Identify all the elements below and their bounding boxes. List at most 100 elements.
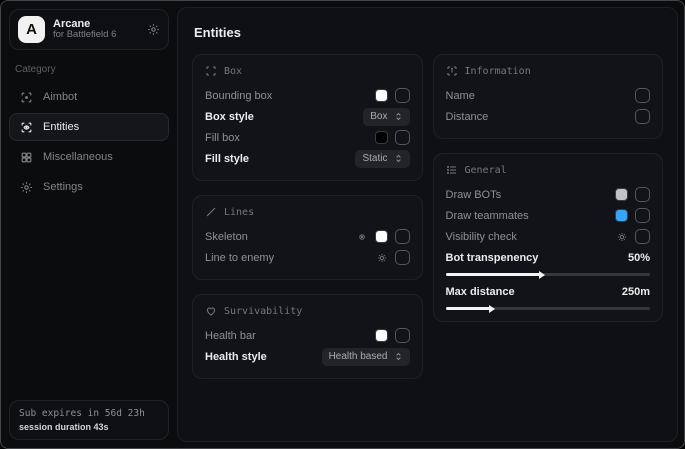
box-card-header: Box — [205, 65, 410, 77]
dropdown-value: Box — [370, 111, 387, 122]
checkbox[interactable] — [635, 109, 650, 124]
app-window: A Arcane for Battlefield 6 Category Aimb… — [0, 0, 685, 449]
setting-label: Health bar — [205, 330, 256, 342]
general-card: General Draw BOTs Draw teammates — [433, 153, 664, 322]
card-title: General — [465, 165, 507, 176]
checkbox[interactable] — [635, 187, 650, 202]
setting-label: Fill style — [205, 153, 249, 165]
setting-label: Bot transpenency — [446, 252, 539, 264]
card-title: Box — [224, 66, 242, 77]
checkbox[interactable] — [395, 328, 410, 343]
setting-row-fill-style: Fill style Static — [205, 148, 410, 169]
unfold-icon — [394, 112, 403, 121]
box-style-dropdown[interactable]: Box — [363, 108, 409, 126]
sidebar-item-miscellaneous[interactable]: Miscellaneous — [9, 143, 169, 171]
slider-thumb[interactable] — [489, 305, 495, 313]
category-label: Category — [15, 64, 169, 75]
list-icon — [446, 164, 458, 176]
sidebar-item-settings[interactable]: Settings — [9, 173, 169, 201]
grid-icon — [20, 151, 33, 164]
setting-label: Draw BOTs — [446, 189, 502, 201]
sidebar-item-aimbot[interactable]: Aimbot — [9, 83, 169, 111]
lines-card-header: Lines — [205, 206, 410, 218]
card-title: Information — [465, 66, 531, 77]
color-swatch[interactable] — [615, 188, 628, 201]
gear-icon[interactable] — [147, 23, 160, 36]
main-panel: Entities Box Bounding box — [177, 7, 678, 442]
color-swatch[interactable] — [375, 329, 388, 342]
sidebar-item-label: Settings — [43, 181, 83, 193]
color-swatch[interactable] — [375, 131, 388, 144]
color-swatch[interactable] — [375, 230, 388, 243]
general-card-header: General — [446, 164, 651, 176]
setting-label: Bounding box — [205, 90, 272, 102]
scan-eye-icon — [20, 121, 33, 134]
checkbox[interactable] — [395, 250, 410, 265]
fill-style-dropdown[interactable]: Static — [355, 150, 409, 168]
unfold-icon — [394, 352, 403, 361]
setting-label: Line to enemy — [205, 252, 274, 264]
slider-value: 250m — [622, 286, 650, 298]
card-title: Survivability — [224, 306, 302, 317]
options-gear-icon[interactable] — [356, 231, 368, 243]
brand-card: A Arcane for Battlefield 6 — [9, 9, 169, 50]
checkbox[interactable] — [395, 88, 410, 103]
setting-row-name: Name — [446, 85, 651, 106]
health-style-dropdown[interactable]: Health based — [322, 348, 410, 366]
setting-label: Box style — [205, 111, 254, 123]
brand-text: Arcane for Battlefield 6 — [53, 18, 139, 42]
sidebar-nav: Aimbot Entities Miscellaneous Settings — [9, 83, 169, 201]
slider-fill — [446, 307, 491, 310]
checkbox[interactable] — [395, 229, 410, 244]
sidebar-item-label: Entities — [43, 121, 79, 133]
checkbox[interactable] — [395, 130, 410, 145]
app-subtitle: for Battlefield 6 — [53, 30, 139, 41]
setting-label: Visibility check — [446, 231, 517, 243]
sidebar-item-label: Aimbot — [43, 91, 77, 103]
checkbox[interactable] — [635, 88, 650, 103]
dropdown-value: Health based — [329, 351, 388, 362]
heart-icon — [205, 305, 217, 317]
box-card: Box Bounding box Box style Box — [192, 54, 423, 181]
checkbox[interactable] — [635, 208, 650, 223]
subscription-info-card: Sub expires in 56d 23h session duration … — [9, 400, 169, 440]
information-card: Information Name Distance — [433, 54, 664, 139]
setting-row-health-style: Health style Health based — [205, 346, 410, 367]
setting-row-draw-bots: Draw BOTs — [446, 184, 651, 205]
setting-label: Skeleton — [205, 231, 248, 243]
setting-label: Distance — [446, 111, 489, 123]
setting-row-fill-box: Fill box — [205, 127, 410, 148]
slider-thumb[interactable] — [539, 271, 545, 279]
setting-row-distance: Distance — [446, 106, 651, 127]
options-gear-icon[interactable] — [376, 252, 388, 264]
sub-expires-text: Sub expires in 56d 23h — [19, 408, 159, 419]
information-card-header: Information — [446, 65, 651, 77]
max-distance-slider-block: Max distance 250m — [446, 282, 651, 310]
setting-label: Max distance — [446, 286, 515, 298]
setting-label: Name — [446, 90, 475, 102]
gear-icon — [20, 181, 33, 194]
checkbox[interactable] — [635, 229, 650, 244]
max-distance-slider[interactable] — [446, 307, 651, 310]
dropdown-value: Static — [362, 153, 387, 164]
color-swatch[interactable] — [615, 209, 628, 222]
crosshair-icon — [20, 91, 33, 104]
sidebar: A Arcane for Battlefield 6 Category Aimb… — [1, 1, 177, 448]
setting-row-bounding-box: Bounding box — [205, 85, 410, 106]
setting-row-line-to-enemy: Line to enemy — [205, 247, 410, 268]
setting-label: Fill box — [205, 132, 240, 144]
slider-fill — [446, 273, 540, 276]
session-duration-text: session duration 43s — [19, 422, 159, 432]
setting-label: Draw teammates — [446, 210, 529, 222]
setting-row-visibility-check: Visibility check — [446, 226, 651, 247]
setting-row-box-style: Box style Box — [205, 106, 410, 127]
setting-row-skeleton: Skeleton — [205, 226, 410, 247]
app-logo: A — [18, 16, 45, 43]
options-gear-icon[interactable] — [616, 231, 628, 243]
pencil-line-icon — [205, 206, 217, 218]
bot-transparency-slider[interactable] — [446, 273, 651, 276]
sidebar-item-entities[interactable]: Entities — [9, 113, 169, 141]
color-swatch[interactable] — [375, 89, 388, 102]
information-icon — [446, 65, 458, 77]
slider-value: 50% — [628, 252, 650, 264]
